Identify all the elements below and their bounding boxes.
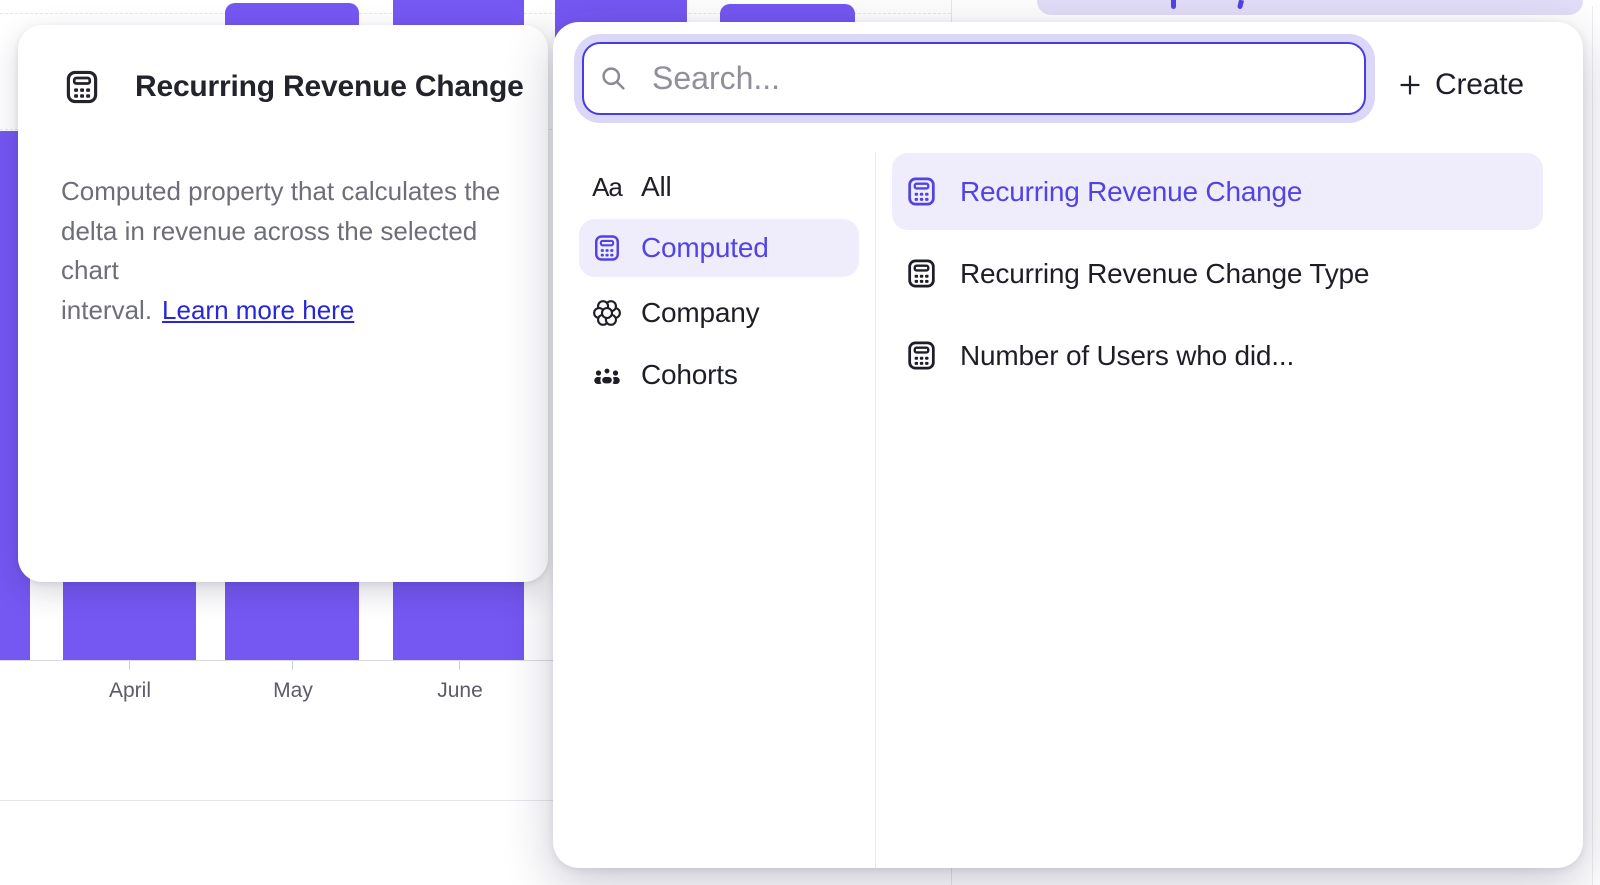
property-picker-modal: Create Aa All Computed Company Cohorts xyxy=(553,22,1583,868)
chart-x-tick xyxy=(292,661,293,670)
cutoff-text-fragment xyxy=(1171,0,1176,9)
calculator-icon xyxy=(905,175,938,208)
tooltip-title: Recurring Revenue Change xyxy=(135,70,524,104)
company-icon xyxy=(592,298,622,328)
chart-x-tick xyxy=(459,661,460,670)
learn-more-link[interactable]: Learn more here xyxy=(162,295,354,325)
calculator-icon xyxy=(905,257,938,290)
chart-x-label: April xyxy=(109,679,151,703)
text-format-icon: Aa xyxy=(592,172,622,202)
create-button[interactable]: Create xyxy=(1398,60,1524,110)
tooltip-description: Computed property that calculates thedel… xyxy=(61,172,526,330)
category-label: Computed xyxy=(641,232,769,264)
category-item-computed[interactable]: Computed xyxy=(579,219,859,277)
category-item-all[interactable]: Aa All xyxy=(579,158,859,216)
text-format-glyph: Aa xyxy=(592,172,622,203)
result-item[interactable]: Number of Users who did... xyxy=(892,317,1543,394)
calculator-icon xyxy=(592,233,622,263)
calculator-icon xyxy=(905,339,938,372)
cohorts-icon xyxy=(592,360,622,390)
category-item-company[interactable]: Company xyxy=(579,284,859,342)
chart-x-label: May xyxy=(273,679,313,703)
category-label: Cohorts xyxy=(641,359,738,391)
category-label: Company xyxy=(641,297,759,329)
search-icon xyxy=(600,65,627,92)
cutoff-highlight-pill xyxy=(1037,0,1583,15)
category-item-cohorts[interactable]: Cohorts xyxy=(579,346,859,404)
chart-x-tick xyxy=(129,661,130,670)
cutoff-text-fragment xyxy=(1237,0,1244,9)
search-input[interactable] xyxy=(652,60,1332,97)
chart-x-label: June xyxy=(437,679,483,703)
property-tooltip-card: Recurring Revenue Change Computed proper… xyxy=(18,25,548,582)
plus-icon xyxy=(1398,73,1422,97)
create-button-label: Create xyxy=(1435,68,1524,102)
picker-column-divider xyxy=(875,152,876,868)
result-item[interactable]: Recurring Revenue Change Type xyxy=(892,235,1543,312)
background-card-edge xyxy=(1592,6,1593,885)
result-label: Number of Users who did... xyxy=(960,340,1294,372)
category-label: All xyxy=(641,171,672,203)
search-box[interactable] xyxy=(582,42,1366,115)
result-label: Recurring Revenue Change Type xyxy=(960,258,1369,290)
calculator-icon xyxy=(63,68,101,106)
screen: April May June Recurring Revenue Change Co… xyxy=(0,0,1600,885)
result-label: Recurring Revenue Change xyxy=(960,176,1302,208)
result-item[interactable]: Recurring Revenue Change xyxy=(892,153,1543,230)
